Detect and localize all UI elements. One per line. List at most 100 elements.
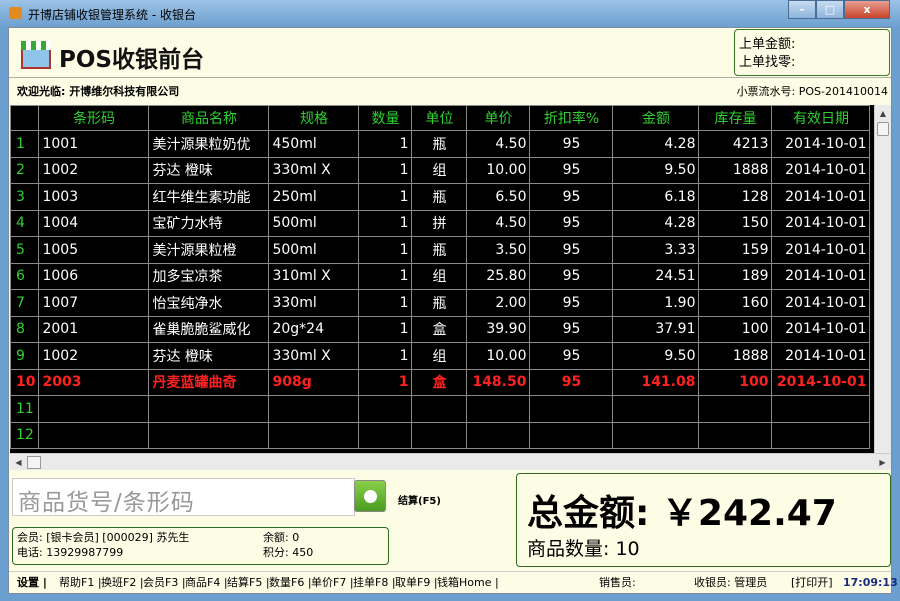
status-menu-item[interactable]: 帮助F1 |: [59, 572, 102, 594]
status-menu-item[interactable]: 换班F2 |: [101, 572, 144, 594]
table-cell[interactable]: 宝矿力水特: [148, 209, 270, 237]
table-cell[interactable]: 美汁源果粒奶优: [148, 130, 270, 158]
status-menu-item[interactable]: 会员F3 |: [143, 572, 186, 594]
table-cell[interactable]: 2014-10-01: [771, 130, 871, 158]
table-cell[interactable]: 1001: [38, 130, 150, 158]
row-number[interactable]: 6: [10, 262, 40, 290]
table-cell[interactable]: 1: [358, 209, 413, 237]
column-header[interactable]: 有效日期: [771, 105, 871, 131]
table-cell[interactable]: 1888: [698, 342, 773, 370]
column-header[interactable]: 商品名称: [148, 105, 270, 131]
row-number[interactable]: 2: [10, 156, 40, 184]
table-cell[interactable]: 10.00: [466, 342, 531, 370]
column-header[interactable]: 单价: [466, 105, 531, 131]
table-cell[interactable]: 2014-10-01: [771, 183, 871, 211]
status-menu-item[interactable]: 单价F7 |: [311, 572, 354, 594]
scroll-thumb[interactable]: [877, 122, 889, 136]
table-cell[interactable]: 1.90: [612, 289, 700, 317]
table-cell[interactable]: 95: [529, 209, 614, 237]
table-row[interactable]: 8 2001 雀巢脆脆鲨威化 20g*24 1 盒 39.90 95 37.91 100 2014-…: [10, 315, 871, 343]
table-cell[interactable]: [529, 395, 614, 423]
table-cell[interactable]: 2014-10-01: [771, 156, 871, 184]
table-cell[interactable]: [268, 395, 360, 423]
table-row[interactable]: 10 2003 丹麦蓝罐曲奇 908g 1 盒 148.50 95 141.08 100 2014-…: [10, 368, 871, 396]
table-cell[interactable]: 美汁源果粒橙: [148, 236, 270, 264]
table-cell[interactable]: 芬达 橙味: [148, 342, 270, 370]
table-cell[interactable]: 150: [698, 209, 773, 237]
table-row[interactable]: 12: [10, 421, 871, 449]
table-cell[interactable]: 1002: [38, 342, 150, 370]
table-cell[interactable]: 1006: [38, 262, 150, 290]
table-cell[interactable]: 2014-10-01: [771, 209, 871, 237]
table-cell[interactable]: 1007: [38, 289, 150, 317]
table-cell[interactable]: 95: [529, 342, 614, 370]
table-cell[interactable]: 1: [358, 342, 413, 370]
table-cell[interactable]: 95: [529, 183, 614, 211]
table-cell[interactable]: 4.50: [466, 209, 531, 237]
table-cell[interactable]: [529, 421, 614, 449]
table-cell[interactable]: 瓶: [411, 183, 468, 211]
table-cell[interactable]: 6.50: [466, 183, 531, 211]
table-cell[interactable]: 2014-10-01: [771, 236, 871, 264]
table-row[interactable]: 6 1006 加多宝凉茶 310ml X 1 组 25.80 95 24.51 189 2014-1…: [10, 262, 871, 290]
table-cell[interactable]: 雀巢脆脆鲨威化: [148, 315, 270, 343]
table-cell[interactable]: 瓶: [411, 236, 468, 264]
table-cell[interactable]: 盒: [411, 368, 468, 396]
table-cell[interactable]: 组: [411, 262, 468, 290]
table-cell[interactable]: 450ml: [268, 130, 360, 158]
column-header[interactable]: 金额: [612, 105, 700, 131]
table-row[interactable]: 7 1007 怡宝纯净水 330ml 1 瓶 2.00 95 1.90 160 2014-10-01: [10, 289, 871, 317]
table-cell[interactable]: 1005: [38, 236, 150, 264]
column-header[interactable]: 折扣率%: [529, 105, 614, 131]
table-cell[interactable]: 250ml: [268, 183, 360, 211]
table-row[interactable]: 3 1003 红牛维生素功能 250ml 1 瓶 6.50 95 6.18 128 2014-10-…: [10, 183, 871, 211]
row-number[interactable]: 3: [10, 183, 40, 211]
table-cell[interactable]: 4213: [698, 130, 773, 158]
table-cell[interactable]: 1: [358, 315, 413, 343]
table-cell[interactable]: 95: [529, 289, 614, 317]
table-cell[interactable]: [771, 421, 871, 449]
table-row[interactable]: 5 1005 美汁源果粒橙 500ml 1 瓶 3.50 95 3.33 159 2014-10-0…: [10, 236, 871, 264]
table-cell[interactable]: 330ml: [268, 289, 360, 317]
table-cell[interactable]: 2001: [38, 315, 150, 343]
table-cell[interactable]: 25.80: [466, 262, 531, 290]
column-header[interactable]: 单位: [411, 105, 468, 131]
table-row[interactable]: 2 1002 芬达 橙味 330ml X 1 组 10.00 95 9.50 1888 2014-1…: [10, 156, 871, 184]
table-cell[interactable]: [466, 421, 531, 449]
table-cell[interactable]: 1: [358, 236, 413, 264]
table-cell[interactable]: 500ml: [268, 236, 360, 264]
table-cell[interactable]: 1888: [698, 156, 773, 184]
row-number[interactable]: 7: [10, 289, 40, 317]
column-header[interactable]: 规格: [268, 105, 360, 131]
table-cell[interactable]: 芬达 橙味: [148, 156, 270, 184]
scroll-thumb-h[interactable]: [27, 456, 41, 469]
table-cell[interactable]: 1: [358, 183, 413, 211]
row-number[interactable]: 11: [10, 395, 40, 423]
table-cell[interactable]: 2014-10-01: [771, 262, 871, 290]
table-cell[interactable]: [698, 395, 773, 423]
table-cell[interactable]: 10.00: [466, 156, 531, 184]
table-cell[interactable]: [612, 421, 700, 449]
table-cell[interactable]: 2003: [38, 368, 150, 396]
scroll-left-icon[interactable]: ◀: [10, 454, 27, 471]
row-number[interactable]: 1: [10, 130, 40, 158]
table-cell[interactable]: 盒: [411, 315, 468, 343]
table-cell[interactable]: 1003: [38, 183, 150, 211]
table-cell[interactable]: 组: [411, 342, 468, 370]
table-cell[interactable]: [771, 395, 871, 423]
table-cell[interactable]: 500ml: [268, 209, 360, 237]
table-cell[interactable]: 95: [529, 236, 614, 264]
table-cell[interactable]: 1: [358, 130, 413, 158]
table-cell[interactable]: 4.28: [612, 209, 700, 237]
table-cell[interactable]: 37.91: [612, 315, 700, 343]
table-cell[interactable]: 4.50: [466, 130, 531, 158]
vertical-scrollbar[interactable]: ▲: [874, 105, 891, 453]
table-cell[interactable]: 9.50: [612, 342, 700, 370]
horizontal-scrollbar[interactable]: ◀ ▶: [10, 453, 891, 470]
close-button[interactable]: x: [844, 0, 890, 19]
table-cell[interactable]: 1: [358, 262, 413, 290]
table-cell[interactable]: [411, 421, 468, 449]
table-cell[interactable]: 瓶: [411, 130, 468, 158]
table-cell[interactable]: 1: [358, 368, 413, 396]
table-cell[interactable]: 2014-10-01: [771, 289, 871, 317]
